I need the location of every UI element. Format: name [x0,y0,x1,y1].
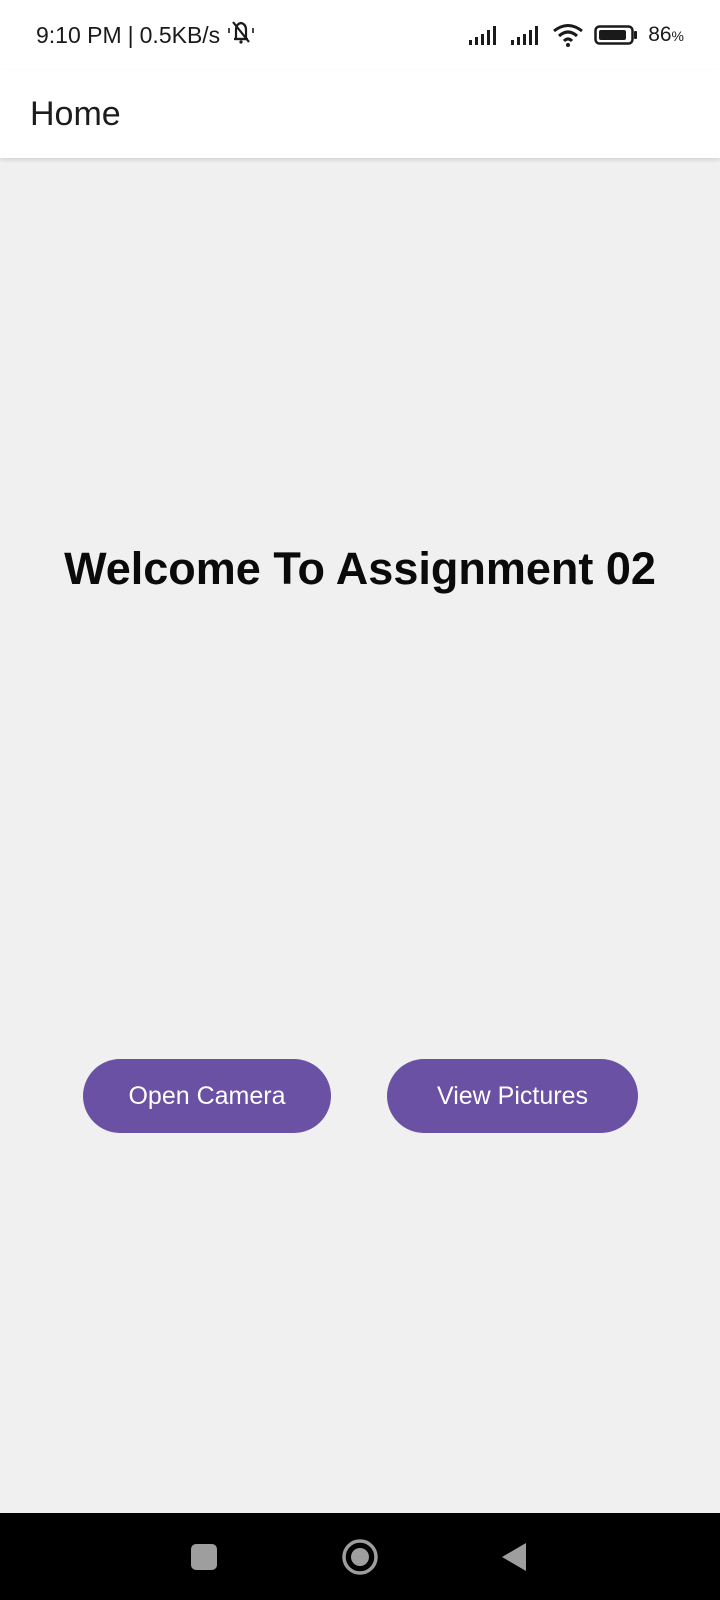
status-separator: | [127,21,134,48]
battery-level: 86 [648,23,672,46]
battery-percentage: 86% [648,23,684,47]
view-pictures-button[interactable]: View Pictures [387,1059,638,1133]
mute-bell-icon [226,19,256,51]
battery-icon [594,24,638,46]
home-icon[interactable] [336,1533,384,1581]
app-bar: Home [0,70,720,158]
status-left: 9:10 PM | 0.5KB/s [36,19,256,51]
navigation-bar [0,1513,720,1600]
status-time: 9:10 PM [36,21,122,48]
signal-icon [468,24,500,46]
signal-icon [510,24,542,46]
wifi-icon [552,23,584,47]
recents-icon[interactable] [180,1533,228,1581]
status-net-speed: 0.5KB/s [139,21,221,48]
page-title: Home [30,94,121,133]
battery-unit: % [671,28,684,44]
status-bar: 9:10 PM | 0.5KB/s 86% [0,0,720,70]
welcome-heading: Welcome To Assignment 02 [64,543,656,594]
open-camera-button[interactable]: Open Camera [83,1059,331,1133]
back-icon[interactable] [490,1533,538,1581]
screen: 9:10 PM | 0.5KB/s 86% Home Welcome To As… [0,0,720,1600]
status-right: 86% [468,23,684,47]
